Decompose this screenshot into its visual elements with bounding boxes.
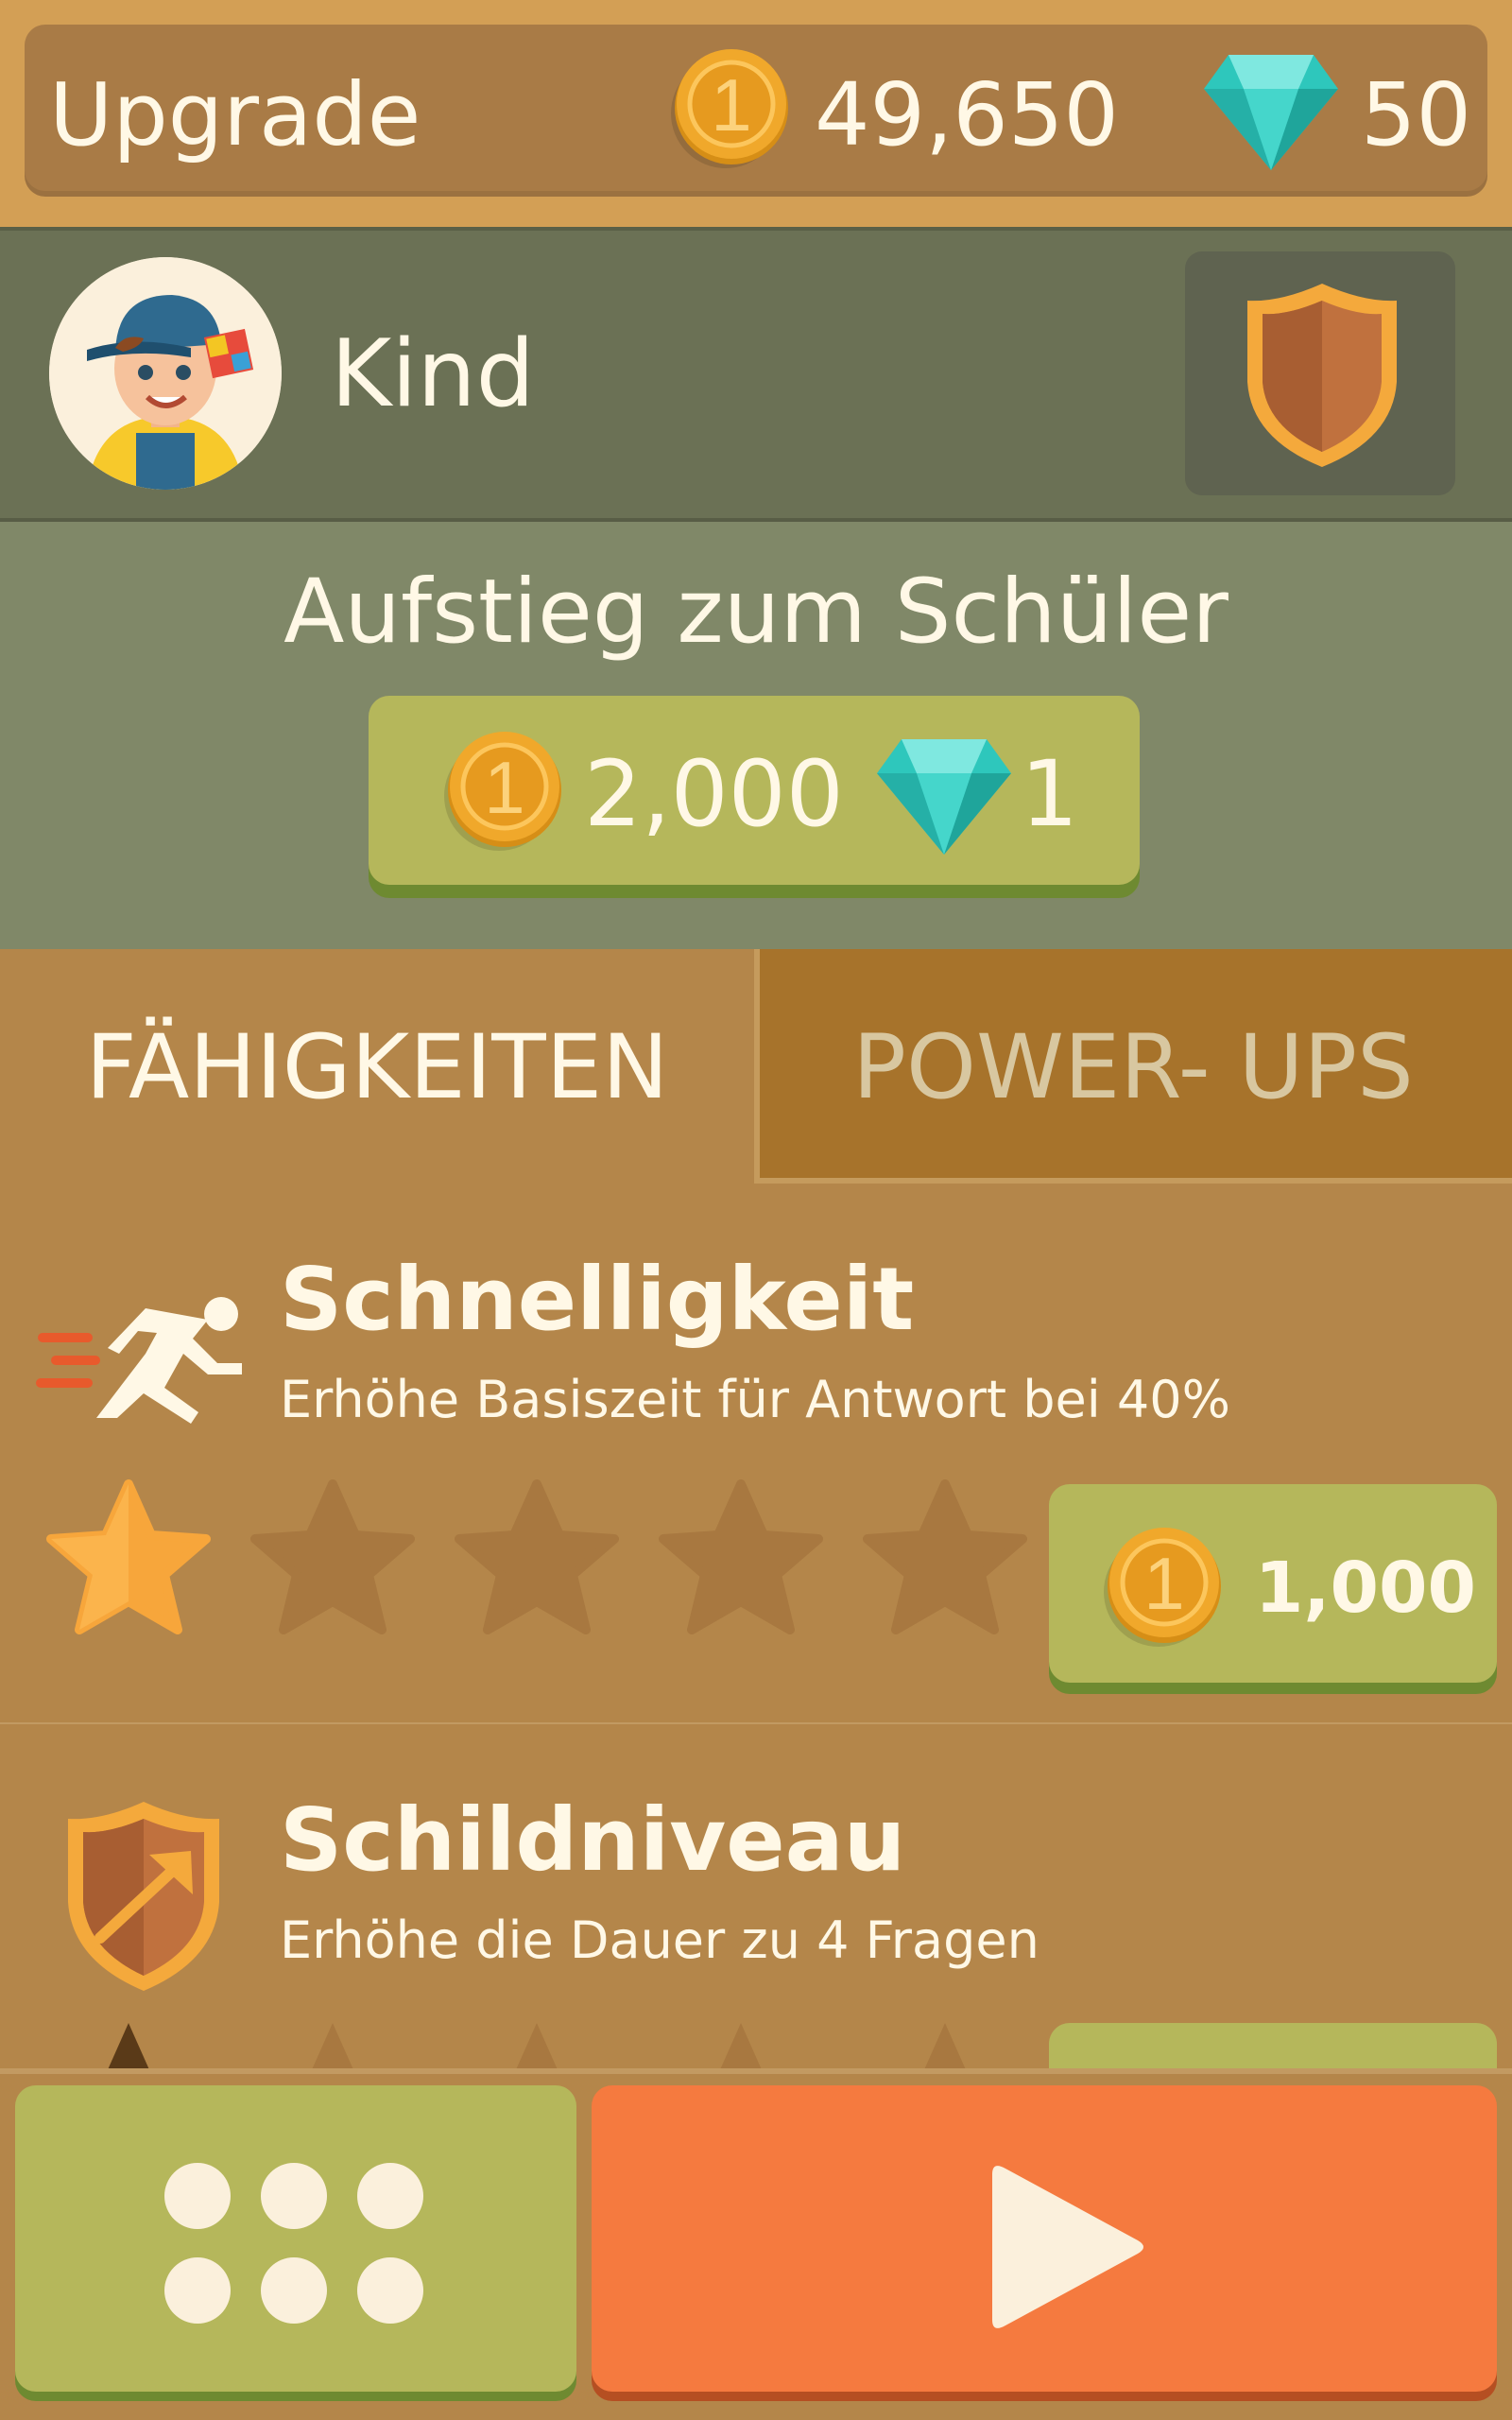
divider — [0, 1722, 1512, 1724]
avatar — [49, 257, 282, 490]
star-empty-icon — [863, 1479, 1027, 1634]
menu-button[interactable] — [15, 2085, 576, 2392]
svg-text:1: 1 — [484, 746, 524, 829]
shield-button[interactable] — [1185, 251, 1455, 495]
star-empty-icon — [455, 1479, 619, 1634]
page-title: Upgrade — [49, 64, 421, 165]
play-icon — [992, 2166, 1143, 2328]
rank-up-title: Aufstieg zum Schüler — [284, 561, 1228, 664]
rank-up-gem-cost: 1 — [1021, 741, 1079, 847]
svg-text:1: 1 — [711, 63, 751, 147]
star-empty-icon — [250, 1479, 415, 1634]
skill-title: Schildniveau — [280, 1789, 906, 1891]
gem-balance: 50 — [1361, 64, 1472, 165]
skill-description: Erhöhe Basiszeit für Antwort bei 40% — [280, 1370, 1230, 1429]
diamond-icon — [877, 739, 1011, 855]
play-button[interactable] — [592, 2085, 1497, 2392]
shield-upgrade-icon — [68, 1802, 219, 1991]
coin-icon: 1 — [444, 732, 561, 851]
tab-powerups-label: POWER- UPS — [852, 1016, 1414, 1119]
diamond-icon — [1204, 55, 1338, 170]
coin-balance: 49,650 — [815, 64, 1119, 165]
rank-up-coin-cost: 2,000 — [584, 741, 844, 847]
star-empty-icon — [659, 1479, 823, 1634]
coin-icon: 1 — [671, 49, 788, 168]
coin-icon: 1 — [1104, 1528, 1221, 1647]
rank-name: Kind — [331, 320, 535, 428]
star-filled-icon — [46, 1479, 211, 1634]
skill-description: Erhöhe die Dauer zu 4 Fragen — [280, 1910, 1040, 1970]
shield-icon — [1247, 284, 1397, 467]
skill-title: Schnelligkeit — [280, 1249, 915, 1350]
kid-avatar-icon — [49, 257, 282, 490]
svg-text:1: 1 — [1143, 1542, 1184, 1625]
skill-price: 1,000 — [1254, 1547, 1476, 1629]
grid-dots-icon — [164, 2163, 429, 2324]
tab-abilities-label: FÄHIGKEITEN — [85, 1016, 669, 1119]
runner-icon — [36, 1297, 242, 1424]
